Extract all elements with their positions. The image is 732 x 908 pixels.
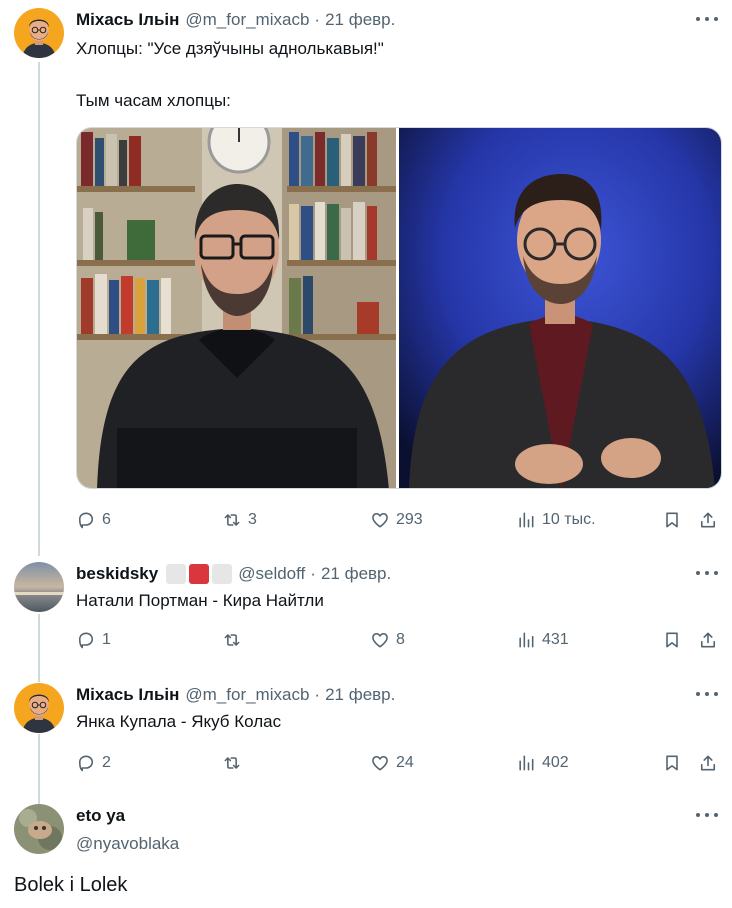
reply-button[interactable]: 1 (76, 628, 111, 652)
media-photo-right[interactable] (399, 128, 721, 488)
retweet-icon (224, 757, 240, 769)
flag-stripe-red (189, 564, 210, 584)
reply-icon (78, 632, 94, 649)
like-count: 293 (396, 511, 423, 528)
author-handle[interactable]: @seldoff (238, 564, 305, 584)
views-icon (519, 632, 534, 648)
more-icon[interactable] (696, 808, 718, 822)
tweet-main[interactable]: Міхась Ільін @m_for_mixacb · 21 февр. Хл… (0, 8, 732, 548)
flag-stripe-white (212, 564, 233, 584)
author-name[interactable]: beskidsky (76, 564, 158, 584)
tweet-date[interactable]: 21 февр. (325, 685, 395, 705)
tweet-header: Міхась Ільін @m_for_mixacb · 21 февр. (76, 8, 395, 32)
bookmark-button[interactable] (662, 508, 682, 532)
like-button[interactable]: 293 (370, 508, 423, 532)
flag-stripe-white (166, 564, 187, 584)
bookmark-button[interactable] (662, 628, 682, 652)
tweet-date[interactable]: 21 февр. (321, 564, 391, 584)
like-button[interactable]: 24 (370, 751, 414, 775)
retweet-count: 3 (248, 511, 257, 528)
share-button[interactable] (698, 508, 718, 532)
bookmark-icon (666, 755, 678, 771)
tweet-text-line: Хлопцы: "Усе дзяўчыны аднолькавыя!" (76, 39, 384, 58)
reply-count: 2 (102, 754, 111, 771)
views-button[interactable]: 431 (516, 628, 569, 652)
like-count: 24 (396, 754, 414, 771)
tweet-text-line: Натали Портман - Кира Найтли (76, 591, 324, 610)
like-button[interactable]: 8 (370, 628, 405, 652)
more-icon[interactable] (696, 566, 718, 580)
author-name[interactable]: Міхась Ільін (76, 685, 179, 705)
tweet-header: eto ya (76, 804, 125, 828)
share-icon (700, 755, 716, 771)
like-icon (372, 632, 388, 648)
tweet-actions: 6 3 293 10 тыс. (76, 508, 722, 532)
reply-icon (78, 755, 94, 772)
avatar[interactable] (14, 804, 64, 854)
views-button[interactable]: 402 (516, 751, 569, 775)
tweet-text: Bolek i Lolek (14, 874, 128, 896)
author-name[interactable]: Міхась Ільін (76, 10, 179, 30)
tweet-text-line: Тым часам хлопцы: (76, 91, 231, 110)
separator-dot: · (314, 10, 321, 29)
views-icon (519, 512, 534, 528)
avatar[interactable] (14, 8, 64, 58)
like-count: 8 (396, 631, 405, 648)
share-button[interactable] (698, 751, 718, 775)
avatar[interactable] (14, 683, 64, 733)
separator-dot: · (314, 685, 321, 704)
retweet-button[interactable]: 3 (222, 508, 257, 532)
like-icon (372, 755, 388, 771)
tweet-header: beskidsky @seldoff · 21 февр. (76, 562, 391, 586)
media-photo-left[interactable] (77, 128, 397, 488)
reply-count: 6 (102, 511, 111, 528)
tweet-header: Міхась Ільін @m_for_mixacb · 21 февр. (76, 683, 395, 707)
bookmark-button[interactable] (662, 751, 682, 775)
bookmark-icon (666, 512, 678, 528)
bookmark-icon (666, 632, 678, 648)
views-count: 10 тыс. (542, 511, 596, 528)
author-handle[interactable]: @nyavoblaka (76, 834, 179, 854)
reply-button[interactable]: 6 (76, 508, 111, 532)
reply-icon (78, 512, 94, 529)
tweet-reply[interactable]: beskidsky @seldoff · 21 февр. Натали Пор… (0, 562, 732, 662)
avatar[interactable] (14, 562, 64, 612)
more-icon[interactable] (696, 687, 718, 701)
share-button[interactable] (698, 628, 718, 652)
retweet-icon (224, 514, 240, 526)
reply-button[interactable]: 2 (76, 751, 111, 775)
author-handle[interactable]: @m_for_mixacb (185, 685, 309, 705)
views-icon (519, 755, 534, 771)
views-button[interactable]: 10 тыс. (516, 508, 596, 532)
author-name[interactable]: eto ya (76, 806, 125, 826)
retweet-button[interactable] (222, 751, 248, 775)
tweet-reply[interactable]: Міхась Ільін @m_for_mixacb · 21 февр. Ян… (0, 683, 732, 783)
more-icon[interactable] (696, 12, 718, 26)
tweet-actions: 1 8 431 (76, 628, 722, 652)
tweet-actions: 2 24 402 (76, 751, 722, 775)
flag-emoji (166, 564, 233, 584)
share-icon (700, 512, 716, 528)
separator-dot: · (310, 564, 316, 583)
like-icon (372, 512, 388, 528)
tweet-date[interactable]: 21 февр. (325, 10, 395, 30)
author-handle[interactable]: @m_for_mixacb (185, 10, 309, 30)
views-count: 402 (542, 754, 569, 771)
retweet-button[interactable] (222, 628, 248, 652)
share-icon (700, 632, 716, 648)
retweet-icon (224, 634, 240, 646)
reply-count: 1 (102, 631, 111, 648)
tweet-text-line: Янка Купала - Якуб Колас (76, 712, 282, 731)
tweet-media[interactable] (76, 127, 722, 489)
views-count: 431 (542, 631, 569, 648)
